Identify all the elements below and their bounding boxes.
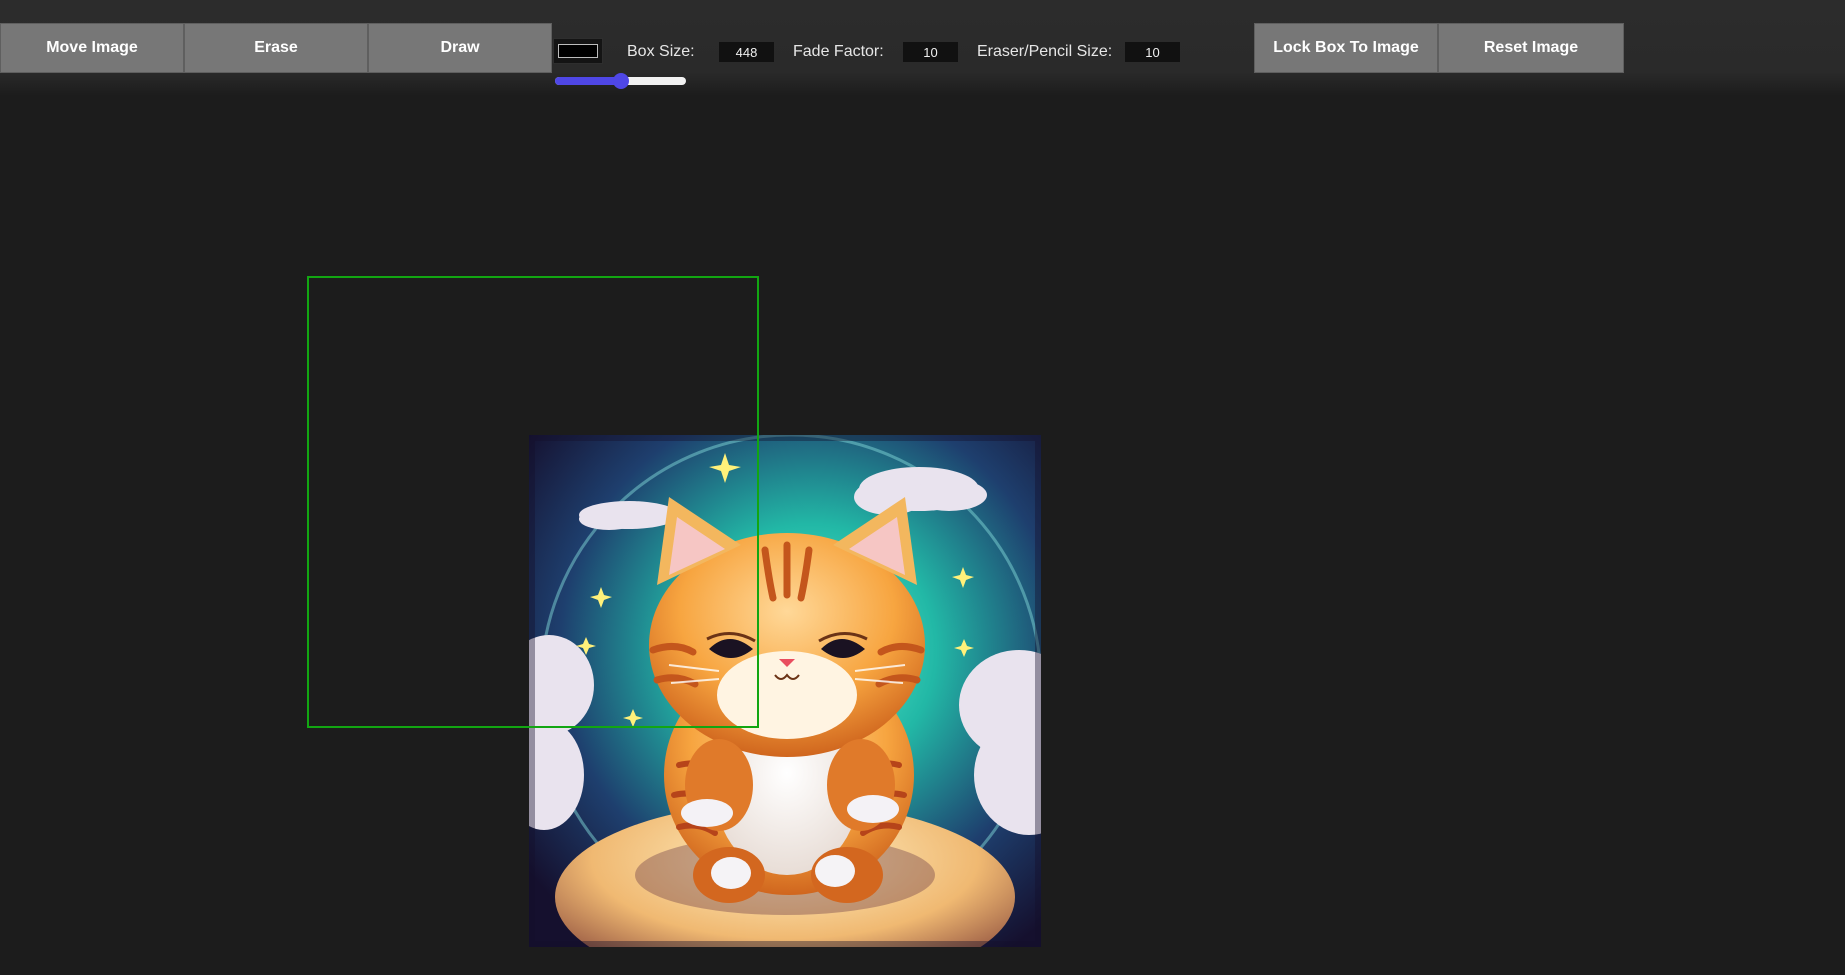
eraser-pencil-size-label: Eraser/Pencil Size: (977, 43, 1113, 60)
move-image-button[interactable]: Move Image (0, 23, 184, 73)
color-picker-swatch (558, 44, 598, 58)
crop-selection-box[interactable] (307, 276, 759, 728)
color-picker[interactable] (553, 38, 603, 64)
size-slider[interactable] (555, 73, 686, 89)
lock-box-to-image-button[interactable]: Lock Box To Image (1254, 23, 1438, 73)
box-size-label: Box Size: (627, 43, 695, 60)
draw-button[interactable]: Draw (368, 23, 552, 73)
canvas-workspace[interactable] (0, 96, 1845, 975)
erase-button[interactable]: Erase (184, 23, 368, 73)
fade-factor-input[interactable] (903, 42, 958, 62)
toolbar: Move Image Erase Draw Box Size: Fade Fac… (0, 0, 1845, 96)
fade-factor-label: Fade Factor: (793, 43, 884, 60)
eraser-pencil-size-input[interactable] (1125, 42, 1180, 62)
size-slider-fill (555, 77, 621, 85)
size-slider-thumb[interactable] (613, 73, 629, 89)
reset-image-button[interactable]: Reset Image (1438, 23, 1624, 73)
box-size-input[interactable] (719, 42, 774, 62)
